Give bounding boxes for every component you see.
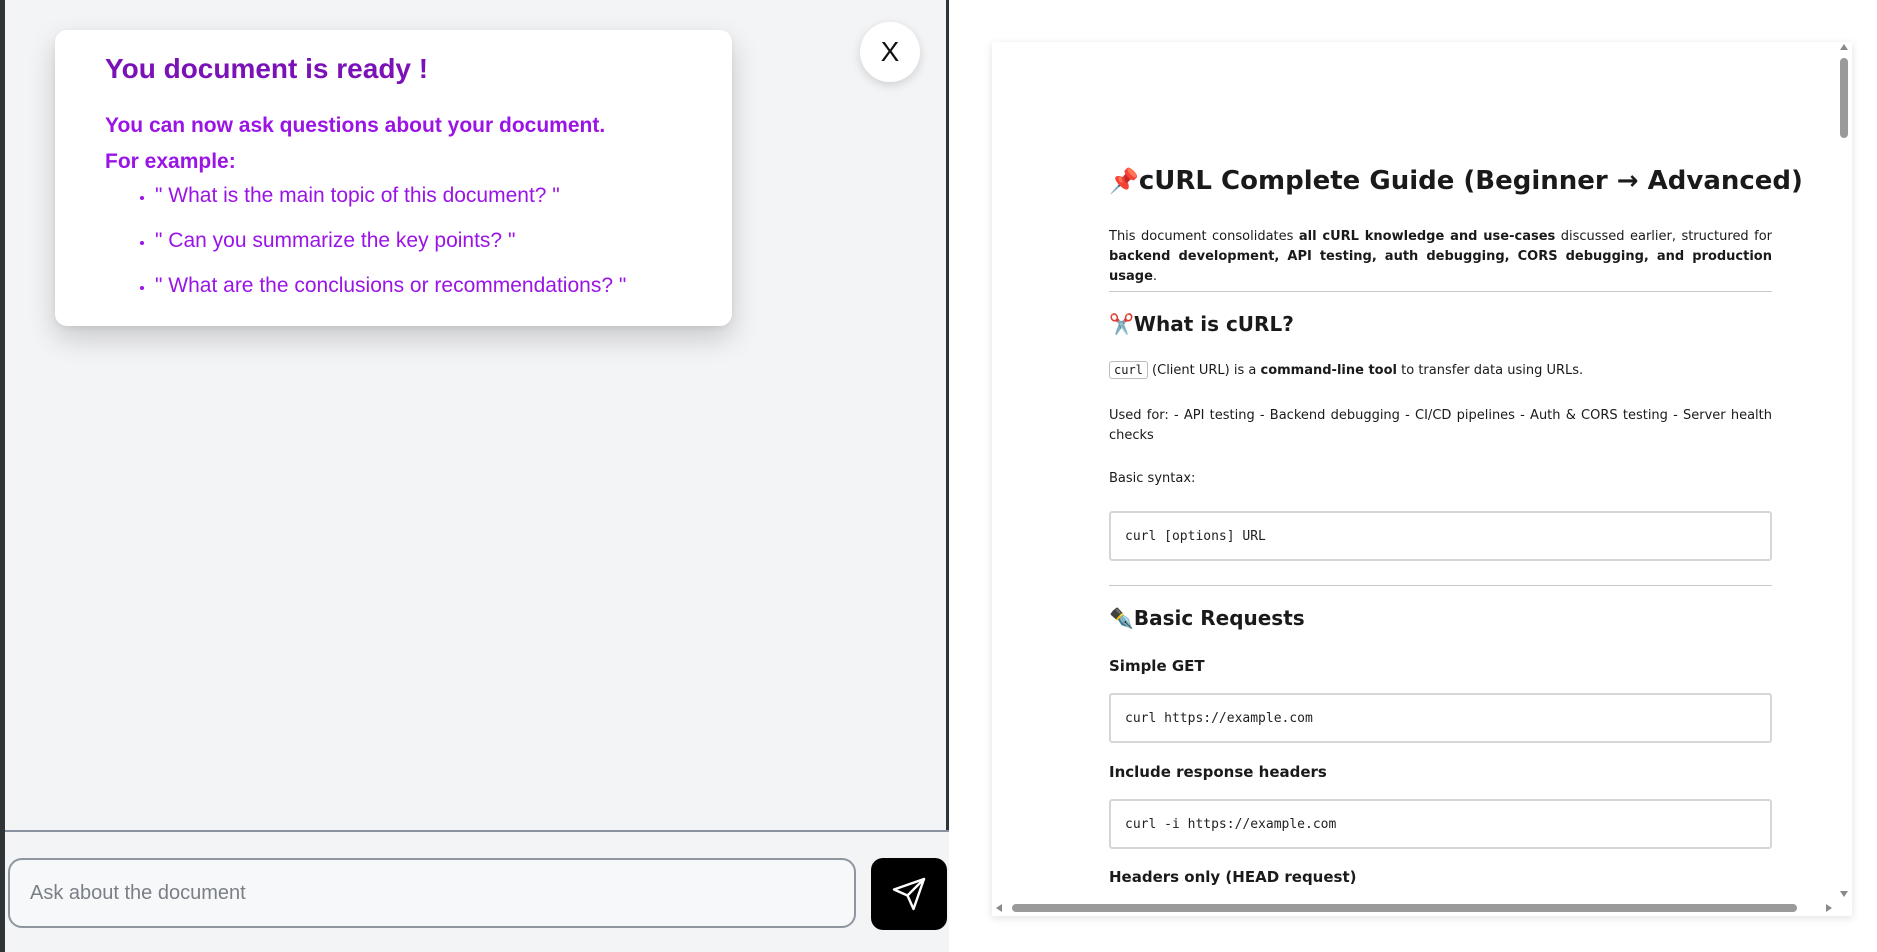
divider xyxy=(1109,291,1772,292)
document-title-text: cURL Complete Guide (Beginner → Advanced… xyxy=(1138,166,1803,196)
horizontal-scrollbar[interactable] xyxy=(992,900,1852,916)
welcome-title: You document is ready ! xyxy=(105,53,429,84)
pen-icon: ✒️ xyxy=(1109,606,1134,630)
intro-line: You can now ask questions about your doc… xyxy=(105,114,606,137)
curl-definition: curl (Client URL) is a command-line tool… xyxy=(1109,360,1772,381)
intro-text: This document consolidates xyxy=(1109,229,1299,244)
syntax-label: Basic syntax: xyxy=(1109,471,1196,486)
subsection-heading: Headers only (HEAD request) xyxy=(1109,868,1357,886)
example-questions-list: " What is the main topic of this documen… xyxy=(105,182,732,300)
scroll-left-arrow-icon[interactable] xyxy=(996,904,1002,912)
code-block: curl [options] URL xyxy=(1109,511,1772,561)
welcome-intro: You can now ask questions about your doc… xyxy=(105,108,732,180)
inline-code: curl xyxy=(1109,361,1148,379)
document-title: 📌cURL Complete Guide (Beginner → Advance… xyxy=(1109,166,1803,196)
code-block: curl -i https://example.com xyxy=(1109,799,1772,849)
definition-bold: command-line tool xyxy=(1260,363,1398,378)
section-heading-text: Basic Requests xyxy=(1133,606,1305,630)
example-question: " What are the conclusions or recommenda… xyxy=(155,272,732,300)
intro-line: For example: xyxy=(105,150,236,173)
chat-input-bar xyxy=(5,830,949,952)
divider xyxy=(1109,585,1772,586)
horizontal-scroll-thumb[interactable] xyxy=(1012,904,1797,912)
document-viewer[interactable]: 📌cURL Complete Guide (Beginner → Advance… xyxy=(992,42,1852,916)
definition-text: (Client URL) is a xyxy=(1147,363,1261,378)
subsection-heading: Include response headers xyxy=(1109,763,1327,781)
pushpin-icon: 📌 xyxy=(1109,167,1139,195)
subsection-heading: Simple GET xyxy=(1109,657,1205,675)
intro-text: discussed earlier, structured for xyxy=(1555,229,1773,244)
welcome-card: You document is ready ! You can now ask … xyxy=(55,30,732,326)
code-block: curl https://example.com xyxy=(1109,693,1772,743)
scroll-right-arrow-icon[interactable] xyxy=(1826,904,1832,912)
use-cases-text: Used for: - API testing - Backend debugg… xyxy=(1109,408,1772,443)
scissors-icon: ✂️ xyxy=(1109,312,1134,336)
scroll-up-arrow-icon[interactable] xyxy=(1840,44,1848,50)
intro-bold: backend development, API testing, auth d… xyxy=(1109,249,1772,284)
intro-text: . xyxy=(1152,269,1158,284)
scroll-down-arrow-icon[interactable] xyxy=(1840,891,1848,897)
question-input[interactable] xyxy=(8,858,856,928)
example-question: " Can you summarize the key points? " xyxy=(155,227,732,255)
section-heading: ✂️What is cURL? xyxy=(1109,312,1294,336)
section-heading: ✒️Basic Requests xyxy=(1109,606,1305,630)
document-intro: This document consolidates all cURL know… xyxy=(1109,227,1772,287)
vertical-scrollbar[interactable] xyxy=(1836,42,1852,900)
intro-bold: all cURL knowledge and use-cases xyxy=(1298,229,1556,244)
example-question: " What is the main topic of this documen… xyxy=(155,182,732,210)
send-icon xyxy=(892,877,926,911)
close-button[interactable]: X xyxy=(860,22,920,82)
send-button[interactable] xyxy=(871,858,947,930)
chat-panel: You document is ready ! You can now ask … xyxy=(0,0,949,952)
vertical-scroll-thumb[interactable] xyxy=(1840,58,1848,138)
section-heading-text: What is cURL? xyxy=(1133,312,1294,336)
definition-text: to transfer data using URLs. xyxy=(1397,363,1584,378)
